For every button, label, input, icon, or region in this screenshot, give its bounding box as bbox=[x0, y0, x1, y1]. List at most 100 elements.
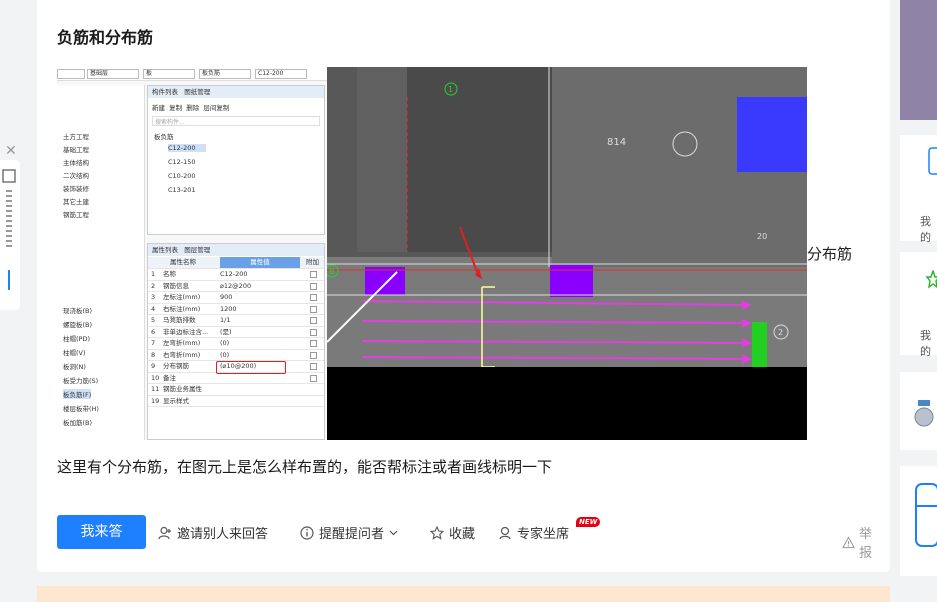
sidebar-banner[interactable] bbox=[900, 0, 937, 120]
property-name: 右标注(mm) bbox=[163, 304, 201, 313]
invite-button[interactable]: 邀请别人来回答 bbox=[158, 523, 268, 542]
property-name: 左标注(mm) bbox=[163, 293, 201, 301]
component-item: C12-150 bbox=[168, 158, 196, 166]
software-left-pane: 基础层 板 板负筋 C12-200 土方工程 基础工程 主体结构 二次结构 装饰… bbox=[57, 67, 327, 440]
property-row: 6 非单边标注含... (是) bbox=[148, 327, 324, 338]
header-name: 属性名称 bbox=[170, 258, 196, 266]
property-value: (0) bbox=[220, 350, 230, 359]
toolbar-dropdown-type: 板 bbox=[143, 69, 195, 79]
cad-dimension: 814 bbox=[607, 137, 626, 148]
component-toolbar: 新建 复制 删除 层间复制 bbox=[152, 102, 229, 112]
software-toolbar: 基础层 板 板负筋 C12-200 bbox=[57, 67, 327, 81]
component-item: C13-201 bbox=[168, 186, 196, 194]
property-index: 1 bbox=[151, 270, 156, 278]
property-name: 非单边标注含... bbox=[163, 327, 209, 336]
header-extra: 附加 bbox=[306, 258, 319, 266]
nav-item: 装饰装修 bbox=[63, 185, 89, 193]
warning-icon bbox=[842, 535, 855, 548]
property-index: 5 bbox=[151, 316, 156, 324]
toolbar-dropdown-subtype: 板负筋 bbox=[199, 69, 251, 79]
nav-item: 板洞(N) bbox=[63, 363, 86, 371]
component-search: 搜索构件... bbox=[152, 116, 320, 126]
property-name: 马凳筋排数 bbox=[163, 316, 196, 324]
remind-label: 提醒提问者 bbox=[319, 527, 385, 542]
property-index: 2 bbox=[151, 281, 156, 290]
star-icon bbox=[926, 270, 937, 289]
property-index: 3 bbox=[151, 293, 156, 301]
property-checkbox bbox=[310, 317, 317, 324]
nav-item: 楼层板带(H) bbox=[63, 405, 99, 413]
sidebar-card-medal[interactable] bbox=[900, 372, 937, 450]
component-list-tabs: 构件列表 图纸管理 bbox=[148, 86, 324, 98]
property-index: 4 bbox=[151, 304, 156, 313]
property-checkbox bbox=[310, 305, 317, 313]
toolbar-dropdown-floor: 基础层 bbox=[87, 69, 139, 79]
property-index: 9 bbox=[151, 362, 156, 370]
property-row: 11 钢筋业务属性 bbox=[148, 384, 324, 396]
cad-drawing-svg: 814 1 B 2 20 bbox=[325, 67, 807, 440]
property-index: 8 bbox=[151, 350, 156, 359]
expert-icon bbox=[499, 526, 511, 539]
property-panel: 属性列表 图层管理 属性名称 属性值 附加 1 名称 C12-200 2 钢筋信息 ⌀12… bbox=[147, 243, 325, 440]
property-value: (0) bbox=[220, 339, 230, 347]
close-icon[interactable]: ✕ bbox=[5, 143, 17, 159]
property-index: 10 bbox=[151, 373, 160, 382]
delete-label: 删除 bbox=[186, 104, 200, 112]
highlight-box bbox=[216, 361, 286, 374]
sidebar-card-calendar[interactable] bbox=[900, 466, 937, 576]
cad-axis-label: 1 bbox=[448, 85, 453, 94]
question-card: 负筋和分布筋 基础层 板 板负筋 C12-200 土方工程 基础工程 主体结构 … bbox=[37, 0, 890, 572]
layer-copy-label: 层间复制 bbox=[203, 104, 230, 112]
cad-drawing: 814 1 B 2 20 bbox=[325, 67, 807, 440]
property-row: 7 左弯折(mm) (0) bbox=[148, 338, 324, 350]
nav-item: 主体结构 bbox=[63, 159, 89, 167]
property-index: 6 bbox=[151, 327, 156, 336]
question-description: 这里有个分布筋，在图元上是怎么样布置的，能否帮标注或者画线标明一下 bbox=[57, 458, 553, 476]
medal-icon bbox=[914, 400, 934, 427]
calendar-icon bbox=[915, 483, 937, 547]
property-checkbox bbox=[310, 340, 317, 347]
property-row: 5 马凳筋排数 1/1 bbox=[148, 315, 324, 327]
property-name: 左弯折(mm) bbox=[163, 339, 201, 347]
expert-label: 专家坐席 bbox=[517, 527, 570, 542]
property-name: 右弯折(mm) bbox=[163, 350, 201, 359]
property-name: 名称 bbox=[163, 270, 176, 278]
component-list-panel: 构件列表 图纸管理 新建 复制 删除 层间复制 搜索构件... 板负筋 C12-… bbox=[147, 85, 325, 235]
sidebar-card-my[interactable]: 我的 bbox=[900, 135, 937, 244]
nav-item: 基础工程 bbox=[63, 146, 89, 154]
sidebar-card-my2[interactable]: 我的 bbox=[900, 252, 937, 358]
question-image[interactable]: 基础层 板 板负筋 C12-200 土方工程 基础工程 主体结构 二次结构 装饰… bbox=[57, 67, 807, 440]
new-label: 新建 bbox=[152, 104, 165, 112]
nav-item: 其它土建 bbox=[63, 198, 89, 206]
property-index: 11 bbox=[151, 385, 160, 393]
tab-properties: 属性列表 bbox=[152, 246, 178, 254]
collect-button[interactable]: 收藏 bbox=[430, 523, 475, 542]
tab-drawing-manage: 图纸管理 bbox=[184, 88, 211, 96]
cad-axis-label: B bbox=[329, 267, 335, 276]
question-title: 负筋和分布筋 bbox=[57, 28, 154, 47]
new-badge: NEW bbox=[576, 517, 601, 527]
left-float-panel[interactable] bbox=[0, 160, 20, 310]
toolbar-dropdown-blank bbox=[57, 69, 85, 79]
property-row: 10 备注 bbox=[148, 373, 324, 384]
sidebar-label: 我的 bbox=[920, 329, 931, 358]
component-item: C10-200 bbox=[168, 172, 196, 180]
property-value: ⌀12@200 bbox=[220, 281, 252, 290]
report-button[interactable]: 举报 bbox=[842, 523, 872, 561]
nav-item: 二次结构 bbox=[63, 172, 89, 180]
tab-component-list: 构件列表 bbox=[152, 88, 178, 96]
property-row: 8 右弯折(mm) (0) bbox=[148, 350, 324, 361]
component-item-selected: C12-200 bbox=[168, 144, 206, 152]
sidebar-label: 我的 bbox=[920, 215, 931, 244]
collect-label: 收藏 bbox=[449, 527, 476, 542]
property-index: 19 bbox=[151, 396, 160, 405]
property-checkbox bbox=[310, 328, 317, 336]
property-index: 7 bbox=[151, 339, 156, 347]
nav-item: 柱帽(PD) bbox=[63, 335, 90, 343]
expert-button[interactable]: 专家坐席 NEW bbox=[498, 517, 601, 542]
property-name: 钢筋业务属性 bbox=[163, 385, 202, 393]
software-nav-tree: 土方工程 基础工程 主体结构 二次结构 装饰装修 其它土建 钢筋工程 现浇板(B… bbox=[57, 85, 145, 440]
remind-button[interactable]: 提醒提问者 bbox=[300, 523, 398, 542]
nav-item: 柱帽(V) bbox=[63, 349, 86, 357]
answer-button[interactable]: 我来答 bbox=[57, 515, 146, 549]
